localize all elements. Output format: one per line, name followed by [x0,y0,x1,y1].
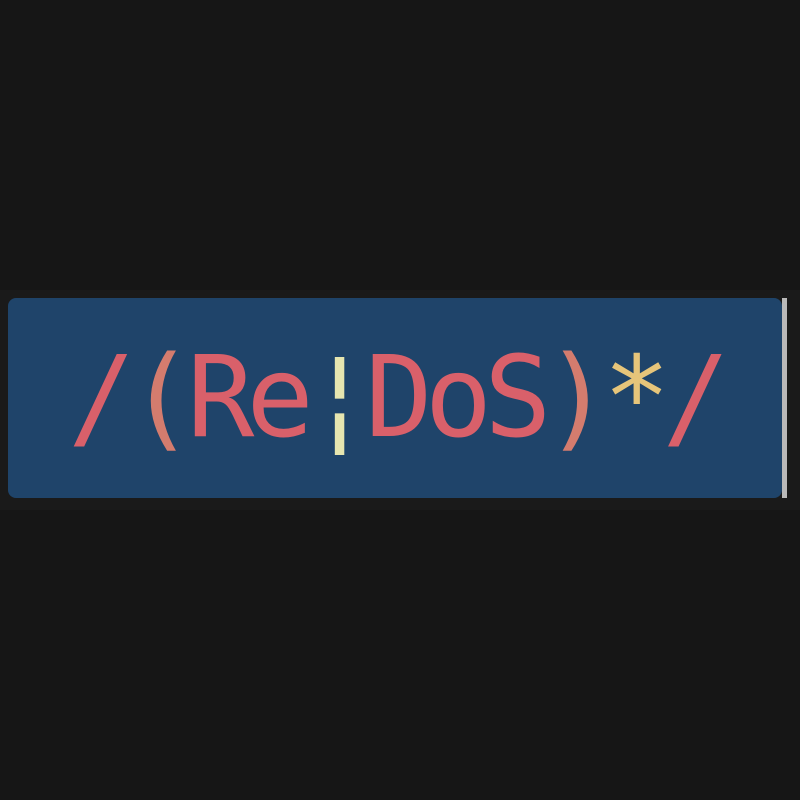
regex-open-paren: ( [127,333,195,463]
regex-star-quantifier: * [603,333,670,463]
regex-code-line[interactable]: / ( Re ¦ DoS ) * / [8,298,782,498]
regex-close-delimiter: / [662,333,729,463]
text-cursor [782,298,787,498]
regex-literal-re: Re [186,333,314,463]
regex-literal-dos: DoS [365,333,551,463]
canvas: / ( Re ¦ DoS ) * / [0,0,800,800]
regex-alternation-pipe: ¦ [305,333,373,463]
regex-open-delimiter: / [68,333,135,463]
regex-close-paren: ) [543,333,611,463]
